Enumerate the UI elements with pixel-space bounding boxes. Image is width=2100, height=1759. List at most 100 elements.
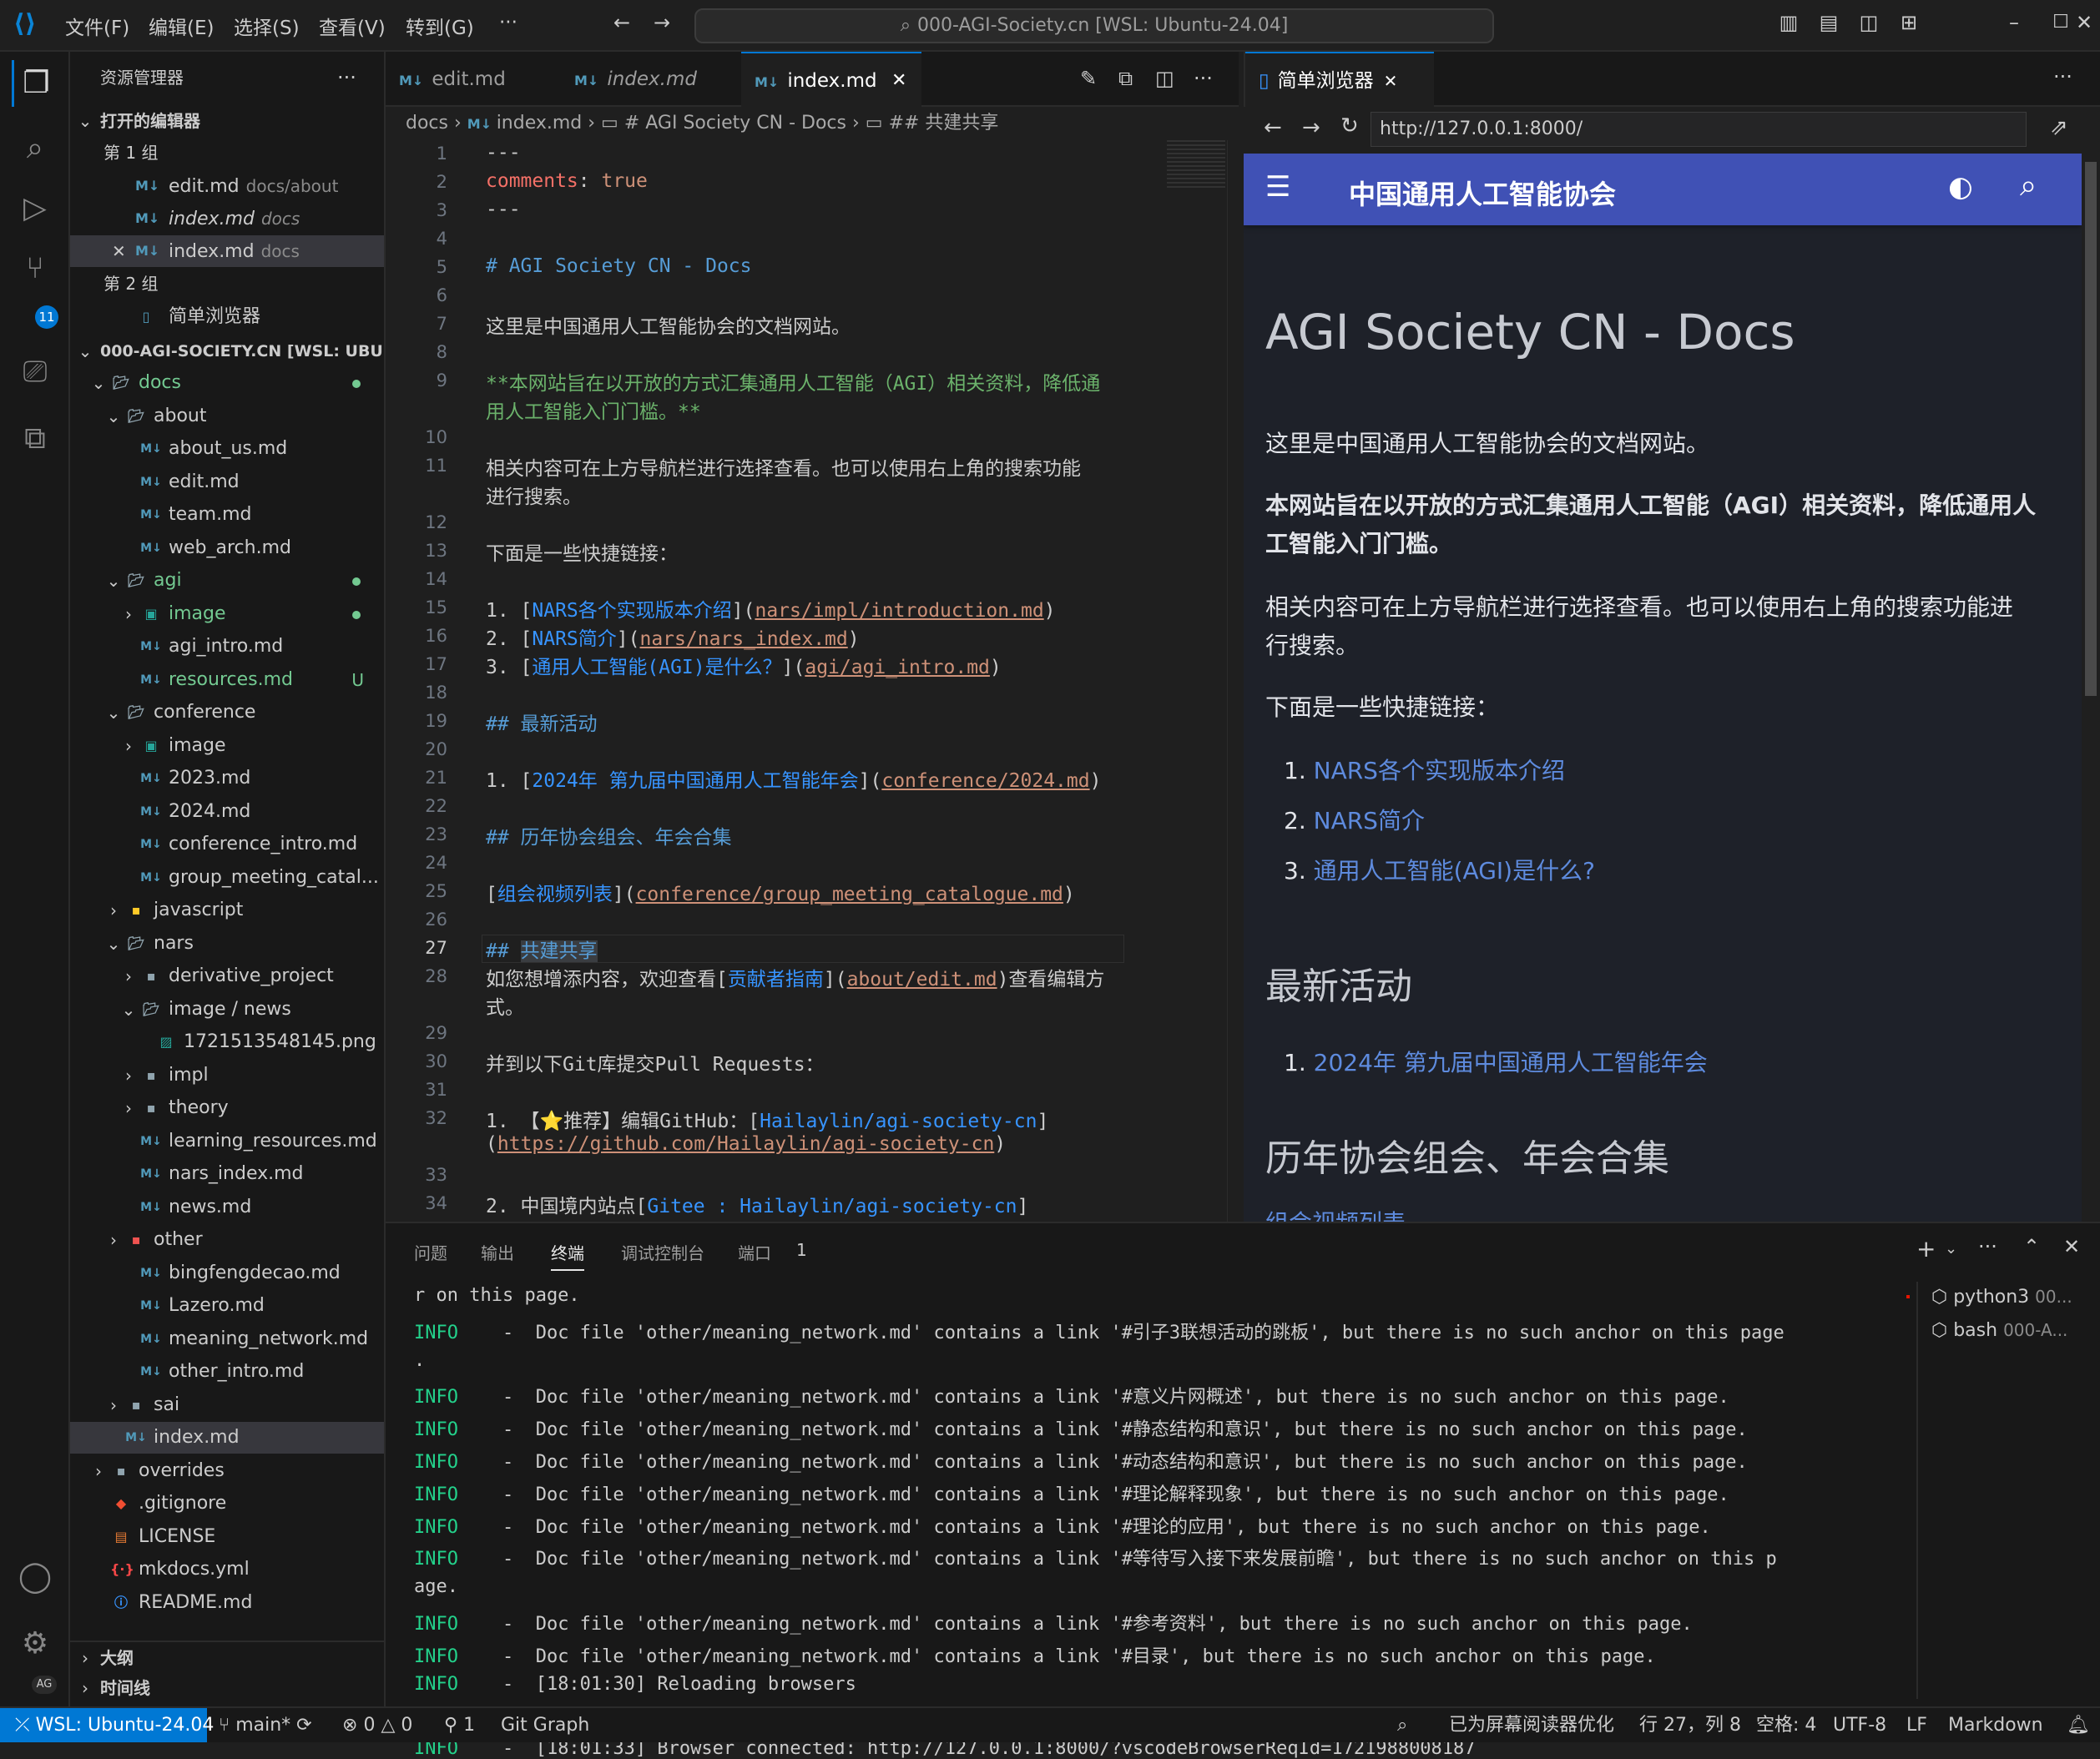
ports-indicator[interactable]: ⚲ 1 bbox=[444, 1708, 475, 1742]
browser-scrollbar[interactable] bbox=[2082, 154, 2100, 1222]
editor-scrollbar[interactable] bbox=[1227, 140, 1239, 1222]
extensions-icon[interactable]: ⧉ bbox=[12, 416, 58, 462]
tree-item[interactable]: ⌄ 📂︎ conference bbox=[70, 697, 384, 728]
tree-item[interactable]: ⌄ 📂︎ image / news bbox=[70, 994, 384, 1026]
tab-ports[interactable]: 端口 bbox=[738, 1240, 771, 1264]
tree-item[interactable]: › ▪ theory bbox=[70, 1092, 384, 1124]
breadcrumb-file[interactable]: index.md bbox=[497, 113, 583, 134]
close-tab-icon[interactable]: ✕ bbox=[891, 53, 906, 108]
screen-reader-status[interactable]: 已为屏幕阅读器优化 bbox=[1449, 1708, 1614, 1742]
tree-item[interactable]: M↓ learning_resources.md bbox=[70, 1126, 384, 1157]
tab-edit-md[interactable]: M↓ edit.md bbox=[386, 52, 561, 107]
menu-more[interactable]: ··· bbox=[499, 12, 517, 33]
site-search-icon[interactable]: ⌕ bbox=[2020, 169, 2037, 204]
open-editors-header[interactable]: ⌄ 打开的编辑器 bbox=[70, 105, 384, 137]
tree-item[interactable]: M↓ team.md bbox=[70, 499, 384, 531]
customize-layout-icon[interactable]: ⊞ bbox=[1898, 12, 1920, 33]
tree-item[interactable]: M↓ index.md bbox=[70, 1422, 384, 1454]
branch-indicator[interactable]: ⑂ main* ⟳ bbox=[219, 1708, 312, 1742]
link-meeting-videos[interactable]: 组会视频列表 bbox=[1265, 1205, 1406, 1222]
tab-problems[interactable]: 问题 bbox=[414, 1240, 447, 1264]
code-editor[interactable]: 1 --- 2 comments: true 3 --- 4 5 # AGI Socie… bbox=[386, 140, 1239, 1222]
tree-item[interactable]: M↓ Lazero.md bbox=[70, 1290, 384, 1322]
indentation[interactable]: 空格: 4 bbox=[1756, 1708, 1816, 1742]
workspace-header[interactable]: ⌄ 000-AGI-SOCIETY.CN [WSL: UBUN... bbox=[70, 335, 384, 367]
chevron-right-icon[interactable]: › bbox=[120, 1060, 137, 1091]
forward-arrow-icon[interactable]: → bbox=[651, 12, 673, 33]
chevron-right-icon[interactable]: › bbox=[120, 1092, 137, 1124]
tree-item[interactable]: › ▣ image bbox=[70, 730, 384, 762]
site-title[interactable]: 中国通用人工智能协会 bbox=[1349, 174, 1616, 212]
editor-more-icon[interactable]: ··· bbox=[1194, 67, 1213, 90]
menu-selection[interactable]: 选择(S) bbox=[234, 12, 300, 40]
chevron-down-icon[interactable]: ⌄ bbox=[120, 994, 137, 1026]
search-icon[interactable]: ⌕ bbox=[12, 125, 58, 172]
menu-go[interactable]: 转到(G) bbox=[406, 12, 474, 40]
breadcrumb-h1[interactable]: # AGI Society CN - Docs bbox=[624, 113, 846, 134]
chevron-right-icon[interactable]: › bbox=[120, 960, 137, 992]
link-2024-conference[interactable]: 2024年 第九届中国通用人工智能年会 bbox=[1314, 1049, 1708, 1076]
more-actions-icon[interactable]: ··· bbox=[337, 62, 356, 93]
chevron-down-icon[interactable]: ⌄ bbox=[105, 565, 122, 597]
toggle-sidebar-icon[interactable]: ▥ bbox=[1778, 12, 1800, 33]
tree-item[interactable]: ⌄ 📂︎ nars bbox=[70, 928, 384, 960]
chevron-down-icon[interactable]: ⌄ bbox=[105, 401, 122, 432]
tree-item[interactable]: › ▪ impl bbox=[70, 1060, 384, 1091]
remote-indicator[interactable]: ⤫ WSL: Ubuntu-24.04 bbox=[0, 1708, 214, 1742]
menu-view[interactable]: 查看(V) bbox=[319, 12, 386, 40]
tree-item[interactable]: M↓ nars_index.md bbox=[70, 1158, 384, 1190]
explorer-icon[interactable]: ❐ bbox=[12, 60, 58, 107]
tree-item[interactable]: › ▪ sai bbox=[70, 1389, 384, 1421]
breadcrumb-docs[interactable]: docs bbox=[406, 113, 448, 134]
tree-item[interactable]: M↓ bingfengdecao.md bbox=[70, 1258, 384, 1289]
tree-item[interactable]: M↓ resources.md U bbox=[70, 664, 384, 696]
close-editor-icon[interactable]: ✕ bbox=[112, 235, 126, 267]
maximize-icon[interactable]: ☐ bbox=[2050, 12, 2072, 33]
tab-simple-browser[interactable]: ▯ 简单浏览器 ✕ bbox=[1245, 52, 1434, 107]
encoding[interactable]: UTF-8 bbox=[1833, 1708, 1886, 1742]
menu-file[interactable]: 文件(F) bbox=[65, 12, 129, 40]
terminal-item-python3[interactable]: ⬡ python3 00... bbox=[1931, 1287, 2072, 1308]
link-nars-impl[interactable]: NARS各个实现版本介绍 bbox=[1314, 757, 1565, 784]
chevron-right-icon[interactable]: › bbox=[105, 1224, 122, 1256]
new-terminal-icon[interactable]: + bbox=[1916, 1235, 1936, 1263]
tree-item[interactable]: ◆ .gitignore bbox=[70, 1488, 384, 1520]
close-window-icon[interactable]: ✕ bbox=[2073, 12, 2095, 33]
toggle-panel-icon[interactable]: ▤ bbox=[1818, 12, 1840, 33]
tree-item[interactable]: M↓ agi_intro.md bbox=[70, 631, 384, 663]
outline-header[interactable]: › 大纲 bbox=[70, 1641, 384, 1672]
tree-item[interactable]: M↓ conference_intro.md bbox=[70, 829, 384, 860]
menu-hamburger-icon[interactable]: ☰ bbox=[1265, 170, 1290, 204]
chevron-down-icon[interactable]: ⌄ bbox=[105, 697, 122, 728]
tree-item[interactable]: ⌄ 📂︎ docs bbox=[70, 367, 384, 399]
open-editor-simple-browser[interactable]: ▯ 简单浏览器 bbox=[70, 301, 384, 333]
cursor-position[interactable]: 行 27，列 8 bbox=[1639, 1708, 1741, 1742]
tree-item[interactable]: ⌄ 📂︎ agi bbox=[70, 565, 384, 597]
open-editor-edit-md[interactable]: M↓ edit.md docs/about bbox=[70, 170, 384, 202]
source-control-icon[interactable]: ⑂ bbox=[12, 245, 58, 292]
tree-item[interactable]: M↓ web_arch.md bbox=[70, 532, 384, 564]
link-agi-intro[interactable]: 通用人工智能(AGI)是什么? bbox=[1314, 857, 1595, 885]
split-editor-icon[interactable]: ◫ bbox=[1155, 67, 1174, 90]
tree-item[interactable]: M↓ group_meeting_catal... bbox=[70, 862, 384, 894]
url-input[interactable]: http://127.0.0.1:8000/ bbox=[1371, 112, 2027, 147]
edit-pencil-icon[interactable]: ✎ bbox=[1080, 67, 1097, 90]
tree-item[interactable]: {·} mkdocs.yml bbox=[70, 1554, 384, 1585]
open-editor-index-md[interactable]: ✕ M↓ index.md docs bbox=[70, 235, 384, 267]
tab-index-md-active[interactable]: M↓ index.md ✕ bbox=[741, 52, 921, 107]
toggle-secondary-sidebar-icon[interactable]: ◫ bbox=[1858, 12, 1880, 33]
settings-gear-icon[interactable]: ⚙ bbox=[12, 1620, 58, 1667]
browser-forward-icon[interactable]: → bbox=[1302, 115, 1320, 140]
browser-reload-icon[interactable]: ↻ bbox=[1340, 113, 1359, 139]
language-mode[interactable]: Markdown bbox=[1948, 1708, 2043, 1742]
terminal-item-bash[interactable]: ⬡ bash 000-A... bbox=[1931, 1320, 2067, 1341]
chevron-right-icon[interactable]: › bbox=[105, 1389, 122, 1421]
chevron-right-icon[interactable]: › bbox=[120, 598, 137, 630]
tree-item[interactable]: M↓ news.md bbox=[70, 1192, 384, 1223]
link-nars-intro[interactable]: NARS简介 bbox=[1314, 807, 1425, 834]
tab-debug-console[interactable]: 调试控制台 bbox=[621, 1240, 704, 1264]
tree-item[interactable]: M↓ meaning_network.md bbox=[70, 1323, 384, 1355]
tree-item[interactable]: › ▪ overrides bbox=[70, 1455, 384, 1487]
tree-item[interactable]: ▤ LICENSE bbox=[70, 1521, 384, 1553]
command-center[interactable]: ⌕ 000-AGI-Society.cn [WSL: Ubuntu-24.04] bbox=[694, 8, 1494, 43]
